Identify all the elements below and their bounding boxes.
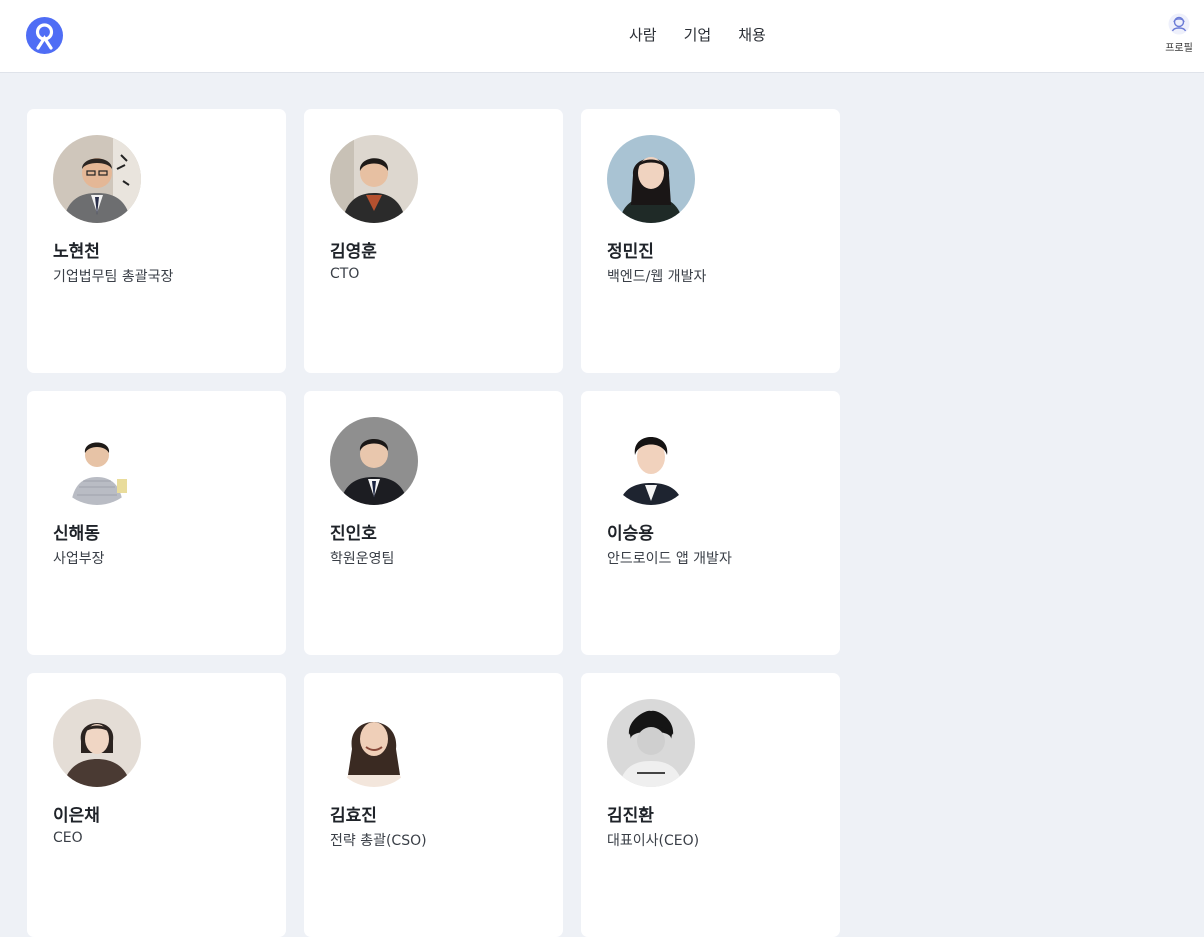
person-photo-icon	[330, 417, 418, 505]
avatar	[53, 699, 141, 787]
person-role: 대표이사(CEO)	[607, 833, 700, 849]
person-card[interactable]: 진인호 학원운영팀	[304, 391, 563, 655]
avatar	[330, 699, 418, 787]
person-card[interactable]: 노현천 기업법무팀 총괄국장	[27, 109, 286, 373]
person-role: CEO	[53, 830, 83, 846]
nav-jobs[interactable]: 채용	[738, 24, 766, 45]
people-grid: 노현천 기업법무팀 총괄국장 김영훈 CTO 정민진 백엔드/웹 개발자 신해동…	[27, 109, 840, 937]
main-nav: 사람 기업 채용	[629, 24, 766, 45]
person-role: 학원운영팀	[330, 551, 395, 567]
person-card[interactable]: 정민진 백엔드/웹 개발자	[581, 109, 840, 373]
person-photo-icon	[53, 135, 141, 223]
person-role: 사업부장	[53, 551, 105, 567]
avatar	[607, 417, 695, 505]
person-name: 이승용	[607, 524, 654, 544]
avatar	[53, 135, 141, 223]
person-photo-icon	[607, 417, 695, 505]
person-photo-icon	[330, 699, 418, 787]
profile-label: 프로필	[1165, 43, 1193, 54]
person-role: 기업법무팀 총괄국장	[53, 269, 174, 285]
person-photo-icon	[53, 699, 141, 787]
profile-avatar-icon	[1168, 13, 1190, 35]
person-name: 신해동	[53, 524, 100, 544]
top-navigation-bar: 사람 기업 채용 프로필	[0, 0, 1204, 73]
person-role: 안드로이드 앱 개발자	[607, 551, 732, 567]
person-name: 이은채	[53, 806, 100, 826]
person-name: 정민진	[607, 242, 654, 262]
person-name: 김영훈	[330, 242, 377, 262]
profile-button[interactable]: 프로필	[1163, 13, 1195, 54]
person-photo-icon	[53, 417, 141, 505]
person-card[interactable]: 이승용 안드로이드 앱 개발자	[581, 391, 840, 655]
nav-companies[interactable]: 기업	[684, 24, 712, 45]
avatar	[330, 417, 418, 505]
person-card[interactable]: 김영훈 CTO	[304, 109, 563, 373]
person-name: 노현천	[53, 242, 100, 262]
person-name: 진인호	[330, 524, 377, 544]
person-role: 백엔드/웹 개발자	[607, 269, 707, 285]
person-role: CTO	[330, 266, 360, 282]
avatar	[607, 699, 695, 787]
avatar	[330, 135, 418, 223]
person-name: 김효진	[330, 806, 377, 826]
person-card[interactable]: 이은채 CEO	[27, 673, 286, 937]
app-logo-icon[interactable]	[26, 17, 63, 54]
person-card[interactable]: 김효진 전략 총괄(CSO)	[304, 673, 563, 937]
person-photo-icon	[607, 135, 695, 223]
person-card[interactable]: 김진환 대표이사(CEO)	[581, 673, 840, 937]
person-role: 전략 총괄(CSO)	[330, 833, 427, 849]
avatar	[53, 417, 141, 505]
nav-people[interactable]: 사람	[629, 24, 657, 45]
avatar	[607, 135, 695, 223]
person-photo-icon	[330, 135, 418, 223]
person-card[interactable]: 신해동 사업부장	[27, 391, 286, 655]
person-name: 김진환	[607, 806, 654, 826]
person-photo-icon	[607, 699, 695, 787]
